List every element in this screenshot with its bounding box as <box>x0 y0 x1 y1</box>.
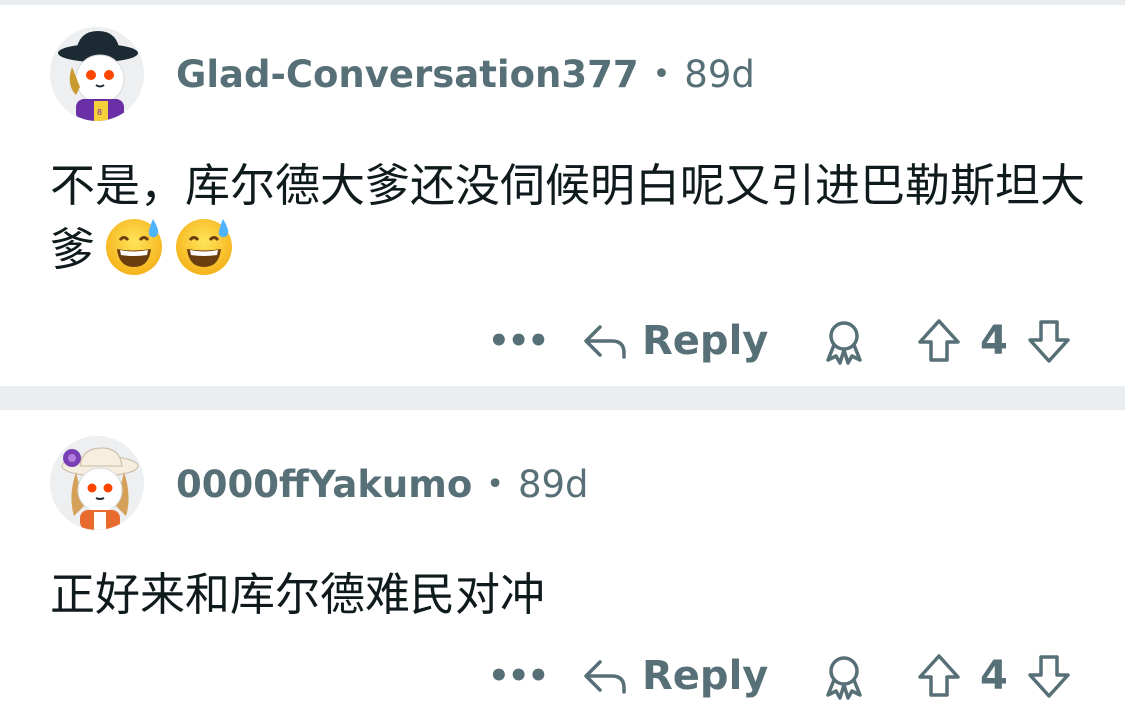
award-icon <box>826 321 862 365</box>
award-button[interactable] <box>820 646 868 706</box>
upvote-button[interactable] <box>916 646 962 706</box>
more-options-button[interactable]: ••• <box>488 646 549 706</box>
reply-button[interactable]: Reply <box>582 646 768 706</box>
username-link[interactable]: 0000ffYakumo <box>176 463 472 507</box>
reply-arrow-icon <box>584 325 626 359</box>
comment-meta: Glad-Conversation377 • 89d <box>176 53 755 97</box>
award-button[interactable] <box>820 311 868 371</box>
reply-button[interactable]: Reply <box>582 311 768 371</box>
svg-text:8: 8 <box>97 108 102 117</box>
award-icon <box>826 656 862 700</box>
avatar[interactable]: 8 <box>50 27 144 121</box>
more-options-button[interactable]: ••• <box>488 311 549 371</box>
comment-text: 正好来和库尔德难民对冲 <box>50 568 546 621</box>
reply-arrow-icon <box>584 660 626 694</box>
avatar-image: 8 <box>50 27 144 121</box>
comment-actions: ••• Reply 4 <box>480 646 1080 706</box>
comment-body: 正好来和库尔德难民对冲 <box>50 566 1100 624</box>
more-icon: ••• <box>488 656 549 696</box>
upvote-icon <box>918 654 960 697</box>
reply-label: Reply <box>642 318 769 364</box>
upvote-icon <box>918 319 960 362</box>
downvote-icon <box>1028 320 1070 363</box>
grinning-face-with-sweat-emoji-icon <box>173 215 235 291</box>
grinning-face-with-sweat-emoji-icon <box>103 215 165 291</box>
comment: 8 Glad-Conversation377 • 89d 不是，库尔德大爹还没伺… <box>0 5 1125 386</box>
comment-actions: ••• Reply 4 <box>480 311 1080 371</box>
comment: 0000ffYakumo • 89d 正好来和库尔德难民对冲 ••• Reply <box>0 410 1125 716</box>
comment-age: 89d <box>517 463 589 506</box>
upvote-button[interactable] <box>916 311 962 371</box>
comment-meta: 0000ffYakumo • 89d <box>176 463 589 507</box>
downvote-button[interactable] <box>1026 311 1072 371</box>
comment-divider <box>0 386 1125 410</box>
comment-age: 89d <box>684 53 755 96</box>
vote-score: 4 <box>980 653 1008 699</box>
meta-separator: • <box>652 57 671 92</box>
more-icon: ••• <box>488 321 549 361</box>
meta-separator: • <box>486 467 504 502</box>
avatar-image <box>50 436 144 530</box>
username-link[interactable]: Glad-Conversation377 <box>176 53 639 97</box>
downvote-button[interactable] <box>1026 646 1072 706</box>
avatar[interactable] <box>50 436 144 530</box>
comment-body: 不是，库尔德大爹还没伺候明白呢又引进巴勒斯坦大爹 <box>50 157 1100 291</box>
reply-label: Reply <box>642 653 769 699</box>
vote-score: 4 <box>980 318 1008 364</box>
downvote-icon <box>1028 655 1070 698</box>
